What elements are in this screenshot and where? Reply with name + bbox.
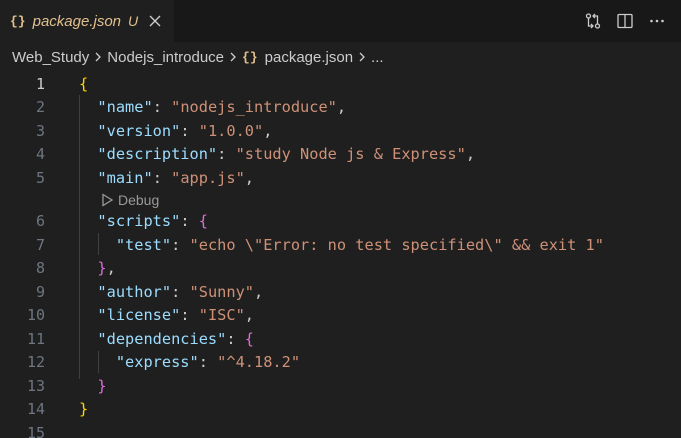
- codelens-label: Debug: [118, 191, 160, 208]
- line-number: 2: [35, 98, 45, 117]
- json-key: "main": [97, 168, 153, 187]
- code-editor[interactable]: 1 { 2 "name": "nodejs_introduce", 3 "ver…: [0, 72, 681, 438]
- open-brace: {: [244, 329, 254, 348]
- tab-package-json[interactable]: {} package.json U: [0, 0, 174, 42]
- tab-label: package.json: [32, 12, 122, 30]
- json-value: "nodejs_introduce": [171, 98, 337, 117]
- line-number: 11: [26, 329, 45, 348]
- line-number: 3: [35, 121, 45, 140]
- json-key: "version": [97, 121, 181, 140]
- breadcrumb-folder[interactable]: Web_Study: [12, 49, 89, 66]
- line-number: 14: [26, 400, 45, 419]
- line-number: 13: [26, 376, 45, 395]
- breadcrumb: Web_Study Nodejs_introduce {} package.js…: [0, 42, 681, 72]
- open-brace: {: [198, 212, 208, 231]
- json-value: "^4.18.2": [217, 353, 301, 372]
- code-line: 9 "author": "Sunny",: [0, 280, 681, 304]
- breadcrumb-subfolder[interactable]: Nodejs_introduce: [107, 49, 224, 66]
- json-file-icon: {}: [242, 49, 258, 65]
- editor-actions: [583, 0, 681, 42]
- code-line: 10 "license": "ISC",: [0, 304, 681, 328]
- json-key: "test": [115, 235, 172, 254]
- line-number: 9: [35, 282, 45, 301]
- close-brace: }: [97, 376, 107, 395]
- close-icon[interactable]: [146, 12, 164, 30]
- source-control-compare-icon[interactable]: [583, 11, 603, 31]
- chevron-right-icon: [93, 51, 103, 63]
- line-number: 5: [35, 168, 45, 187]
- json-value: "app.js": [171, 168, 245, 187]
- code-line: 7 "test": "echo \"Error: no test specifi…: [0, 233, 681, 257]
- codelens-debug[interactable]: Debug: [0, 190, 681, 210]
- line-number: 12: [26, 353, 45, 372]
- json-key: "name": [97, 98, 153, 117]
- json-key: "author": [97, 282, 172, 301]
- json-key: "express": [115, 353, 199, 372]
- chevron-right-icon: [228, 51, 238, 63]
- code-line: 14 }: [0, 398, 681, 422]
- json-key: "dependencies": [97, 329, 227, 348]
- json-value: "study Node js & Express": [235, 145, 466, 164]
- json-value: "Sunny": [189, 282, 254, 301]
- more-actions-icon[interactable]: [647, 11, 667, 31]
- code-line: 6 "scripts": {: [0, 210, 681, 234]
- code-line: 8 },: [0, 257, 681, 281]
- breadcrumb-more[interactable]: ...: [371, 49, 384, 66]
- line-number: 7: [35, 235, 45, 254]
- json-key: "license": [97, 306, 181, 325]
- open-brace: {: [79, 74, 89, 93]
- code-line: 13 }: [0, 374, 681, 398]
- code-line: 11 "dependencies": {: [0, 327, 681, 351]
- tab-bar: {} package.json U: [0, 0, 681, 42]
- line-number: 6: [35, 212, 45, 231]
- code-line: 15: [0, 421, 681, 438]
- close-brace: }: [79, 400, 89, 419]
- chevron-right-icon: [357, 51, 367, 63]
- close-brace: }: [97, 259, 107, 278]
- code-line: 2 "name": "nodejs_introduce",: [0, 96, 681, 120]
- json-file-icon: {}: [10, 13, 26, 29]
- line-number: 15: [26, 423, 45, 438]
- line-number: 1: [35, 74, 45, 93]
- json-key: "description": [97, 145, 218, 164]
- play-icon: [102, 192, 114, 207]
- split-editor-icon[interactable]: [615, 11, 635, 31]
- json-value: "echo \"Error: no test specified\" && ex…: [189, 235, 604, 254]
- breadcrumb-file[interactable]: package.json: [265, 49, 353, 66]
- json-key: "scripts": [97, 212, 181, 231]
- line-number: 10: [26, 306, 45, 325]
- code-line: 12 "express": "^4.18.2": [0, 351, 681, 375]
- line-number: 8: [35, 259, 45, 278]
- code-line: 1 {: [0, 72, 681, 96]
- code-line: 4 "description": "study Node js & Expres…: [0, 143, 681, 167]
- code-line: 3 "version": "1.0.0",: [0, 119, 681, 143]
- line-number: 4: [35, 145, 45, 164]
- json-value: "ISC": [198, 306, 245, 325]
- untracked-badge: U: [128, 13, 139, 29]
- json-value: "1.0.0": [198, 121, 264, 140]
- code-line: 5 "main": "app.js",: [0, 166, 681, 190]
